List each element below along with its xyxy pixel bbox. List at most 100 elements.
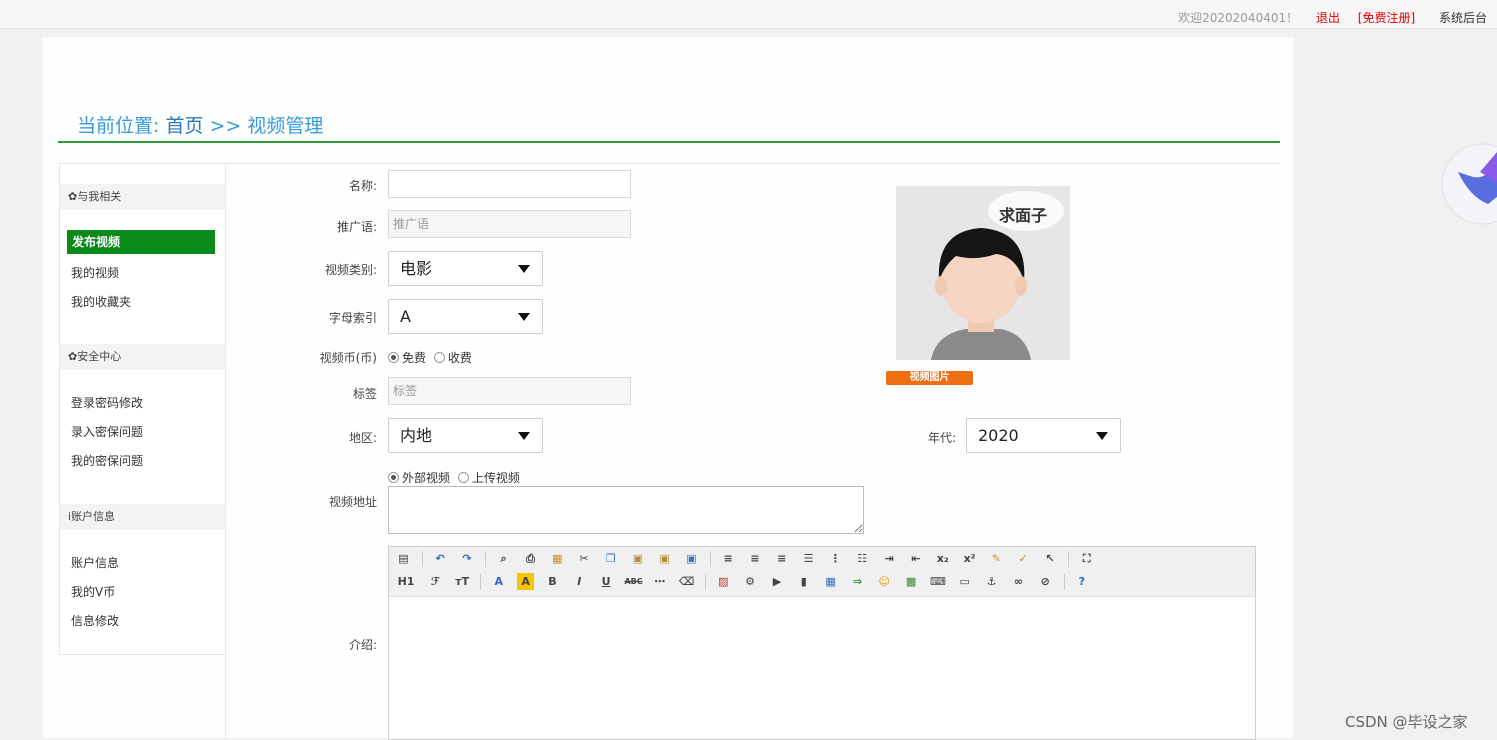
- justify-icon[interactable]: ☰: [800, 550, 817, 567]
- top-bar: 欢迎20202040401！ 退出 [免费注册] 系统后台: [0, 0, 1497, 29]
- admin-link[interactable]: 系统后台: [1439, 11, 1487, 25]
- tag-label: 标签: [352, 387, 377, 401]
- horizontal-rule-icon[interactable]: ⋯: [651, 573, 668, 590]
- fullscreen-icon[interactable]: ⛶: [1078, 550, 1095, 567]
- editor-toolbar: ▤ ↶ ↷ ⌕ ⎙ ▦ ✂ ❐ ▣ ▣ ▣ ≡ ≡ ≡ ☰ ⋮ ☷ ⇥ ⇤ x₂…: [389, 547, 1255, 597]
- photo-icon[interactable]: ▩: [903, 573, 920, 590]
- letter-select[interactable]: A: [388, 299, 543, 334]
- letter-value: A: [400, 307, 411, 326]
- select-all-icon[interactable]: ↖: [1042, 550, 1059, 567]
- cut-icon[interactable]: ✂: [576, 550, 593, 567]
- highlight-icon[interactable]: A: [517, 573, 535, 590]
- template-icon[interactable]: ▦: [549, 550, 566, 567]
- pagebreak-icon[interactable]: ▭: [956, 573, 973, 590]
- gear-icon: ✿: [68, 350, 78, 363]
- font-color-icon[interactable]: A: [490, 573, 507, 590]
- code-icon[interactable]: ⌨: [929, 573, 946, 590]
- font-size-icon[interactable]: ᴛT: [454, 573, 471, 590]
- preview-icon[interactable]: ⌕: [495, 550, 512, 567]
- italic-icon[interactable]: I: [571, 573, 588, 590]
- page-panel: 当前位置: 首页 >> 视频管理 ✿与我相关 发布视频 我的视频 我的收藏夹 ✿…: [43, 37, 1293, 740]
- outdent-icon[interactable]: ⇤: [907, 550, 924, 567]
- emoticon-icon[interactable]: ☺: [876, 573, 893, 590]
- sidebar-section-account: i账户信息: [60, 504, 225, 530]
- redo-icon[interactable]: ↷: [458, 550, 475, 567]
- copy-icon[interactable]: ❐: [602, 550, 619, 567]
- coin-paid-radio[interactable]: [433, 352, 445, 363]
- eraser-icon[interactable]: ⌫: [678, 573, 695, 590]
- strikethrough-icon[interactable]: ABC: [624, 573, 642, 590]
- url-external-radio[interactable]: [388, 472, 399, 483]
- url-upload-radio[interactable]: [457, 472, 469, 483]
- clear-format-icon[interactable]: ✎: [988, 550, 1005, 567]
- font-family-icon[interactable]: ℱ: [427, 573, 444, 590]
- category-value: 电影: [400, 259, 433, 278]
- bird-icon: [1441, 143, 1497, 225]
- sidebar-item-publish-video[interactable]: 发布视频: [67, 230, 215, 254]
- sidebar-section-title: 账户信息: [71, 510, 116, 523]
- paste-icon[interactable]: ▣: [629, 550, 646, 567]
- sidebar-item-my-videos[interactable]: 我的视频: [71, 264, 119, 281]
- unlink-icon[interactable]: ⊘: [1037, 573, 1054, 590]
- welcome-text: 欢迎20202040401！: [1178, 11, 1299, 25]
- sidebar-item-set-security-question[interactable]: 录入密保问题: [71, 423, 143, 440]
- url-upload-label: 上传视频: [471, 471, 520, 485]
- file-icon[interactable]: ▮: [795, 573, 812, 590]
- editor-body[interactable]: [389, 597, 1255, 739]
- year-select[interactable]: 2020: [966, 418, 1121, 453]
- region-select[interactable]: 内地: [388, 418, 543, 453]
- underline-icon[interactable]: U: [598, 573, 615, 590]
- sidebar: ✿与我相关 发布视频 我的视频 我的收藏夹 ✿安全中心 登录密码修改 录入密保问…: [59, 163, 226, 655]
- gear-icon: ✿: [68, 190, 78, 203]
- breadcrumb-home[interactable]: 首页: [165, 115, 203, 137]
- source-icon[interactable]: ▤: [395, 550, 412, 567]
- flash-icon[interactable]: ⚙: [742, 573, 759, 590]
- spellcheck-icon[interactable]: ✓: [1015, 550, 1032, 567]
- register-link[interactable]: [免费注册]: [1358, 11, 1415, 25]
- align-center-icon[interactable]: ≡: [746, 550, 763, 567]
- undo-icon[interactable]: ↶: [432, 550, 449, 567]
- align-right-icon[interactable]: ≡: [773, 550, 790, 567]
- unordered-list-icon[interactable]: ☷: [854, 550, 871, 567]
- coin-label: 视频币(币): [319, 351, 377, 365]
- sidebar-item-change-password[interactable]: 登录密码修改: [71, 394, 143, 411]
- align-left-icon[interactable]: ≡: [720, 550, 737, 567]
- video-image-preview: 求面子: [896, 186, 1070, 360]
- insert-row-icon[interactable]: ⇒: [849, 573, 866, 590]
- url-external-label: 外部视频: [402, 471, 451, 485]
- tag-input[interactable]: 标签: [388, 377, 631, 405]
- url-textarea[interactable]: [388, 486, 864, 534]
- coin-free-radio[interactable]: [388, 352, 399, 363]
- anchor-icon[interactable]: ⚓: [983, 573, 1000, 590]
- heading-icon[interactable]: H1: [395, 573, 417, 590]
- breadcrumb-divider: [58, 141, 1280, 143]
- subscript-icon[interactable]: x₂: [934, 550, 951, 567]
- logout-link[interactable]: 退出: [1316, 11, 1340, 25]
- paste-text-icon[interactable]: ▣: [656, 550, 673, 567]
- sidebar-item-account-info[interactable]: 账户信息: [71, 554, 119, 571]
- slogan-input[interactable]: 推广语: [388, 210, 631, 238]
- superscript-icon[interactable]: x²: [961, 550, 978, 567]
- ordered-list-icon[interactable]: ⋮: [827, 550, 844, 567]
- coin-free-label: 免费: [402, 351, 427, 365]
- floating-bird-widget[interactable]: [1440, 142, 1497, 226]
- name-input[interactable]: [388, 170, 631, 198]
- video-image-button[interactable]: 视频图片: [886, 371, 973, 385]
- image-icon[interactable]: ▨: [715, 573, 732, 590]
- print-icon[interactable]: ⎙: [522, 550, 539, 567]
- name-label: 名称:: [348, 179, 377, 193]
- help-icon[interactable]: ?: [1073, 573, 1090, 590]
- sidebar-item-favorites[interactable]: 我的收藏夹: [71, 293, 131, 310]
- breadcrumb-sep: >>: [209, 115, 242, 137]
- table-icon[interactable]: ▦: [822, 573, 839, 590]
- link-icon[interactable]: ∞: [1010, 573, 1027, 590]
- sidebar-item-my-security-question[interactable]: 我的密保问题: [71, 452, 143, 469]
- category-select[interactable]: 电影: [388, 251, 543, 286]
- sidebar-item-edit-info[interactable]: 信息修改: [71, 612, 119, 629]
- region-label: 地区:: [348, 431, 377, 445]
- media-icon[interactable]: ▶: [768, 573, 785, 590]
- bold-icon[interactable]: B: [544, 573, 561, 590]
- sidebar-item-my-vcoin[interactable]: 我的V币: [71, 583, 115, 600]
- indent-icon[interactable]: ⇥: [881, 550, 898, 567]
- paste-word-icon[interactable]: ▣: [683, 550, 700, 567]
